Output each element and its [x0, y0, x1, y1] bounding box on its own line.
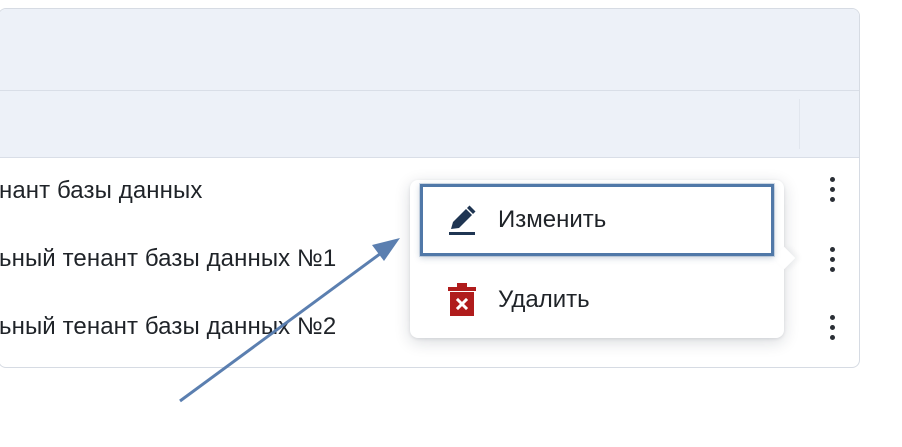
table-column-header	[0, 91, 859, 158]
tenant-name: ьный тенант базы данных №2	[0, 313, 337, 340]
tenant-name: ьный тенант базы данных №1	[0, 245, 337, 272]
delete-menu-label: Удалить	[498, 286, 590, 313]
tenant-name: нант базы данных	[0, 177, 203, 204]
trash-icon	[444, 282, 480, 318]
table-toolbar-header	[0, 9, 859, 91]
row-actions-kebab-icon[interactable]	[821, 169, 843, 209]
delete-menu-item[interactable]: Удалить	[410, 265, 784, 335]
column-divider	[799, 99, 800, 149]
row-actions-kebab-icon[interactable]	[821, 307, 843, 347]
row-actions-kebab-icon[interactable]	[821, 239, 843, 279]
edit-item-highlight	[420, 184, 774, 256]
